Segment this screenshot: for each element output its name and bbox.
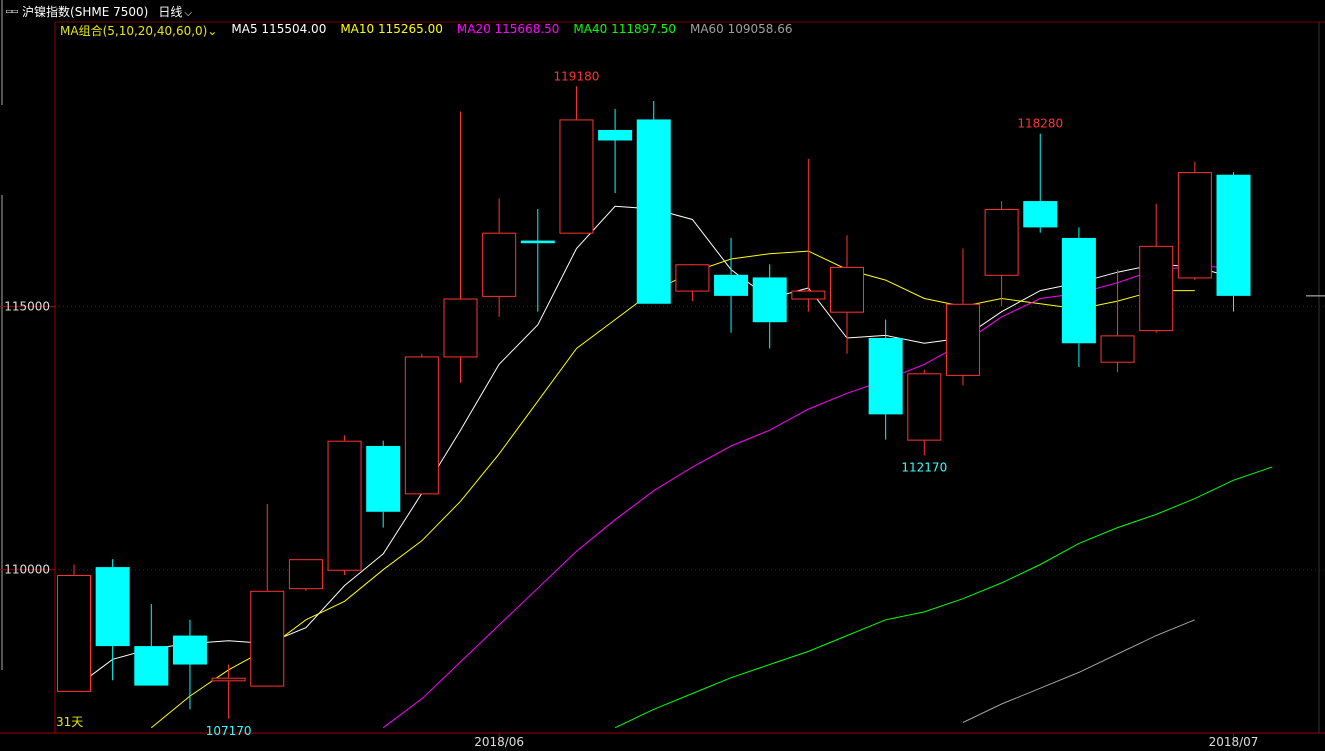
candle-body <box>288 559 323 590</box>
price-annotation: 118280 <box>1017 117 1063 131</box>
candle <box>675 264 710 302</box>
candles <box>57 86 1251 719</box>
candle <box>559 86 594 234</box>
day-count-label: 31天 <box>56 715 83 729</box>
candle-body <box>211 677 246 682</box>
candle <box>1177 161 1212 281</box>
candle <box>443 111 478 383</box>
candle <box>57 564 91 692</box>
price-annotation: 119180 <box>554 69 600 83</box>
candle-body <box>868 338 903 415</box>
candle-body <box>327 440 362 571</box>
x-tick-label: 2018/07 <box>1209 735 1259 749</box>
candle-body <box>520 240 555 244</box>
candle <box>1100 269 1135 373</box>
candle-body <box>1023 201 1058 228</box>
candle-body <box>250 590 285 687</box>
candle-body <box>1216 174 1251 296</box>
candle <box>945 248 980 386</box>
candle-body <box>636 119 671 304</box>
candle-body <box>675 264 710 292</box>
candle <box>250 503 285 687</box>
candle <box>714 237 749 333</box>
y-tick-label: 115000 <box>4 299 50 313</box>
price-annotation: 112170 <box>901 460 947 474</box>
ma40-line <box>614 466 1273 729</box>
y-tick-label: 110000 <box>4 563 50 577</box>
candle <box>327 435 362 575</box>
candle <box>830 235 864 354</box>
candle-body <box>404 356 439 495</box>
candle-body <box>752 277 787 323</box>
x-tick-label: 2018/06 <box>474 735 524 749</box>
candle-body <box>1061 237 1096 344</box>
candle-body <box>57 575 91 692</box>
ma10-line <box>150 250 1195 729</box>
candle-body <box>984 208 1019 276</box>
candle-body <box>443 298 478 358</box>
candle <box>1216 172 1251 312</box>
candle-body <box>366 445 401 512</box>
candle <box>984 201 1019 307</box>
candle <box>1023 133 1058 233</box>
candle-body <box>134 646 169 686</box>
candle <box>288 559 323 591</box>
candle-body <box>95 567 130 647</box>
candle <box>134 603 169 686</box>
chart-frame <box>0 0 1325 734</box>
candle-body <box>791 290 826 300</box>
candle <box>404 353 439 495</box>
candle-body <box>482 232 517 297</box>
candle <box>598 108 633 194</box>
candle-body <box>172 635 207 665</box>
candle <box>636 101 671 304</box>
candle <box>211 664 246 719</box>
candle-body <box>945 303 980 376</box>
candle-body <box>907 373 942 441</box>
candlestick-chart[interactable]: 115000 110000 119180 118280 112170 107170 20… <box>0 0 1325 751</box>
price-annotation: 107170 <box>206 724 252 738</box>
candle <box>1061 227 1096 367</box>
candle <box>95 559 130 681</box>
candle-body <box>1177 172 1212 279</box>
candle <box>752 264 787 349</box>
candle-body <box>559 119 594 234</box>
candle <box>791 158 826 312</box>
x-axis-labels: 2018/06 2018/07 <box>474 733 1258 749</box>
candle <box>366 440 401 528</box>
candle-body <box>1100 335 1135 363</box>
ma60-line <box>962 619 1195 723</box>
candle <box>907 369 942 456</box>
candle-body <box>1139 245 1174 332</box>
candle <box>520 208 555 312</box>
candle <box>1139 203 1174 333</box>
candle <box>482 198 517 317</box>
y-axis-labels: 115000 110000 <box>4 299 50 576</box>
candle-body <box>598 129 633 141</box>
candle-body <box>830 266 864 313</box>
candle <box>172 619 207 710</box>
candle-body <box>714 274 749 296</box>
